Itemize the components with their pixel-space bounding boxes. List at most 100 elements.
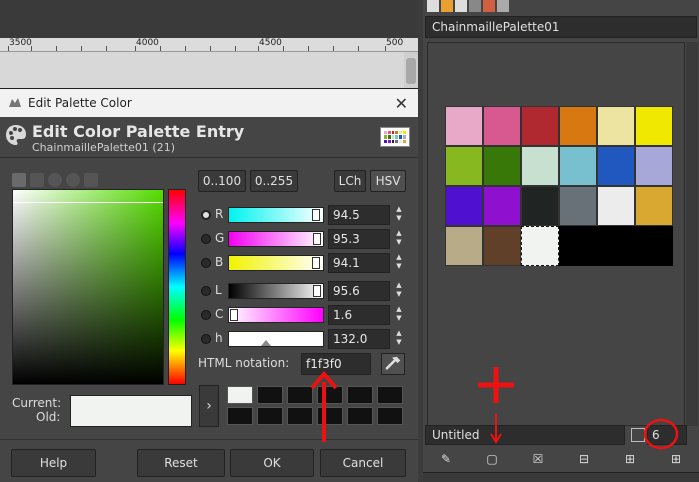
channel-radio-c[interactable] xyxy=(201,310,211,320)
html-notation-input[interactable]: f1f3f0 xyxy=(301,353,371,375)
channel-radio-h[interactable] xyxy=(201,334,211,344)
spin-arrows-icon[interactable]: ▲ ▼ xyxy=(394,205,404,223)
channel-radio-b[interactable] xyxy=(201,258,211,268)
dock-tab-icon[interactable] xyxy=(483,0,495,12)
slider-marker[interactable] xyxy=(261,340,271,346)
history-expand-button[interactable]: › xyxy=(199,385,219,427)
zoom-in-icon[interactable]: ⊞ xyxy=(622,451,638,467)
color-picker-button[interactable] xyxy=(381,353,405,375)
canvas-vertical-scrollbar[interactable] xyxy=(404,52,418,92)
palette-swatch[interactable] xyxy=(559,186,597,226)
range-0-255-button[interactable]: 0..255 xyxy=(250,170,298,192)
close-icon[interactable]: ✕ xyxy=(395,94,408,113)
dock-tab-icon[interactable] xyxy=(427,0,439,12)
history-swatch[interactable] xyxy=(347,407,373,425)
color-name-field[interactable]: Untitled xyxy=(425,425,625,445)
saturation-value-field[interactable] xyxy=(12,189,164,385)
spin-arrows-icon[interactable]: ▲ ▼ xyxy=(394,281,404,299)
help-button[interactable]: Help xyxy=(11,449,96,477)
history-swatch[interactable] xyxy=(377,407,403,425)
palette-swatch[interactable] xyxy=(597,186,635,226)
history-swatch[interactable] xyxy=(317,407,343,425)
palette-swatch[interactable] xyxy=(635,186,673,226)
channel-slider-r[interactable] xyxy=(228,207,324,223)
gimp-selector-icon[interactable] xyxy=(12,173,26,187)
palette-name-field[interactable]: ChainmaillePalette01 xyxy=(425,16,697,38)
hsv-button[interactable]: HSV xyxy=(370,170,406,192)
spin-arrows-icon[interactable]: ▲ ▼ xyxy=(394,229,404,247)
hue-strip[interactable] xyxy=(168,189,186,385)
dock-tab-icon[interactable] xyxy=(441,0,453,12)
ok-button[interactable]: OK xyxy=(230,449,314,477)
history-swatch[interactable] xyxy=(227,407,253,425)
palette-swatch[interactable] xyxy=(521,106,559,146)
channel-value-r[interactable]: 94.5 xyxy=(328,205,390,225)
dock-tab-icon[interactable] xyxy=(455,0,467,12)
palette-swatch[interactable] xyxy=(445,226,483,266)
palette-swatch[interactable] xyxy=(597,106,635,146)
palette-swatch[interactable] xyxy=(559,106,597,146)
spin-arrows-icon[interactable]: ▲ ▼ xyxy=(394,329,404,347)
channel-value-l[interactable]: 95.6 xyxy=(328,281,390,301)
wheel-selector-icon[interactable] xyxy=(48,173,62,187)
slider-handle[interactable] xyxy=(313,233,321,245)
cmyk-selector-icon[interactable] xyxy=(30,173,44,187)
watercolor-selector-icon[interactable] xyxy=(66,173,80,187)
channel-radio-g[interactable] xyxy=(201,234,211,244)
palette-swatch[interactable] xyxy=(483,146,521,186)
history-swatch[interactable] xyxy=(227,386,253,404)
slider-handle[interactable] xyxy=(313,285,321,297)
palette-swatch[interactable] xyxy=(483,226,521,266)
channel-value-c[interactable]: 1.6 xyxy=(328,305,390,325)
history-swatch[interactable] xyxy=(257,407,283,425)
channel-value-b[interactable]: 94.1 xyxy=(328,253,390,273)
edit-color-icon[interactable]: ✎ xyxy=(438,451,454,467)
slider-handle[interactable] xyxy=(312,209,320,221)
history-swatch[interactable] xyxy=(257,386,283,404)
history-swatch[interactable] xyxy=(377,386,403,404)
reset-button[interactable]: Reset xyxy=(137,449,225,477)
channel-slider-c[interactable] xyxy=(228,307,324,323)
palette-swatch[interactable] xyxy=(445,186,483,226)
dock-tab-icon[interactable] xyxy=(469,0,481,12)
zoom-all-icon[interactable]: ⊞ xyxy=(668,451,684,467)
history-swatch[interactable] xyxy=(287,407,313,425)
slider-handle[interactable] xyxy=(312,257,320,269)
palette-swatch[interactable] xyxy=(483,186,521,226)
history-swatch[interactable] xyxy=(287,386,313,404)
slider-handle[interactable] xyxy=(230,309,238,321)
palette-selector-icon[interactable] xyxy=(84,173,98,187)
cancel-button[interactable]: Cancel xyxy=(320,449,406,477)
channel-slider-l[interactable] xyxy=(228,283,324,299)
palette-swatch[interactable] xyxy=(597,146,635,186)
palette-swatch[interactable] xyxy=(559,146,597,186)
channel-value-g[interactable]: 95.3 xyxy=(328,229,390,249)
palette-swatch[interactable] xyxy=(635,106,673,146)
channel-slider-h[interactable] xyxy=(228,331,324,347)
zoom-out-icon[interactable]: ⊟ xyxy=(576,451,592,467)
palette-scrollbar[interactable] xyxy=(686,42,698,426)
palette-swatch[interactable] xyxy=(445,106,483,146)
lch-button[interactable]: LCh xyxy=(334,170,366,192)
channel-radio-l[interactable] xyxy=(201,286,211,296)
dock-tab-icon[interactable] xyxy=(497,0,509,12)
channel-slider-g[interactable] xyxy=(228,231,324,247)
history-swatch[interactable] xyxy=(347,386,373,404)
channel-value-h[interactable]: 132.0 xyxy=(328,329,390,349)
delete-color-icon[interactable]: ☒ xyxy=(530,451,546,467)
range-0-100-button[interactable]: 0..100 xyxy=(198,170,246,192)
new-color-icon[interactable]: ▢ xyxy=(484,451,500,467)
palette-swatch[interactable] xyxy=(521,226,559,266)
history-swatch[interactable] xyxy=(317,386,343,404)
channel-radio-r[interactable] xyxy=(201,210,211,220)
palette-swatch[interactable] xyxy=(445,146,483,186)
palette-swatch[interactable] xyxy=(521,146,559,186)
palette-swatch[interactable] xyxy=(521,186,559,226)
palette-swatch[interactable] xyxy=(635,146,673,186)
columns-input[interactable]: 6 xyxy=(647,425,687,445)
spin-arrows-icon[interactable]: ▲ ▼ xyxy=(394,253,404,271)
palette-swatch[interactable] xyxy=(483,106,521,146)
spin-arrows-icon[interactable]: ▲ ▼ xyxy=(394,305,404,323)
channel-slider-b[interactable] xyxy=(228,255,324,271)
image-canvas[interactable] xyxy=(0,52,418,92)
